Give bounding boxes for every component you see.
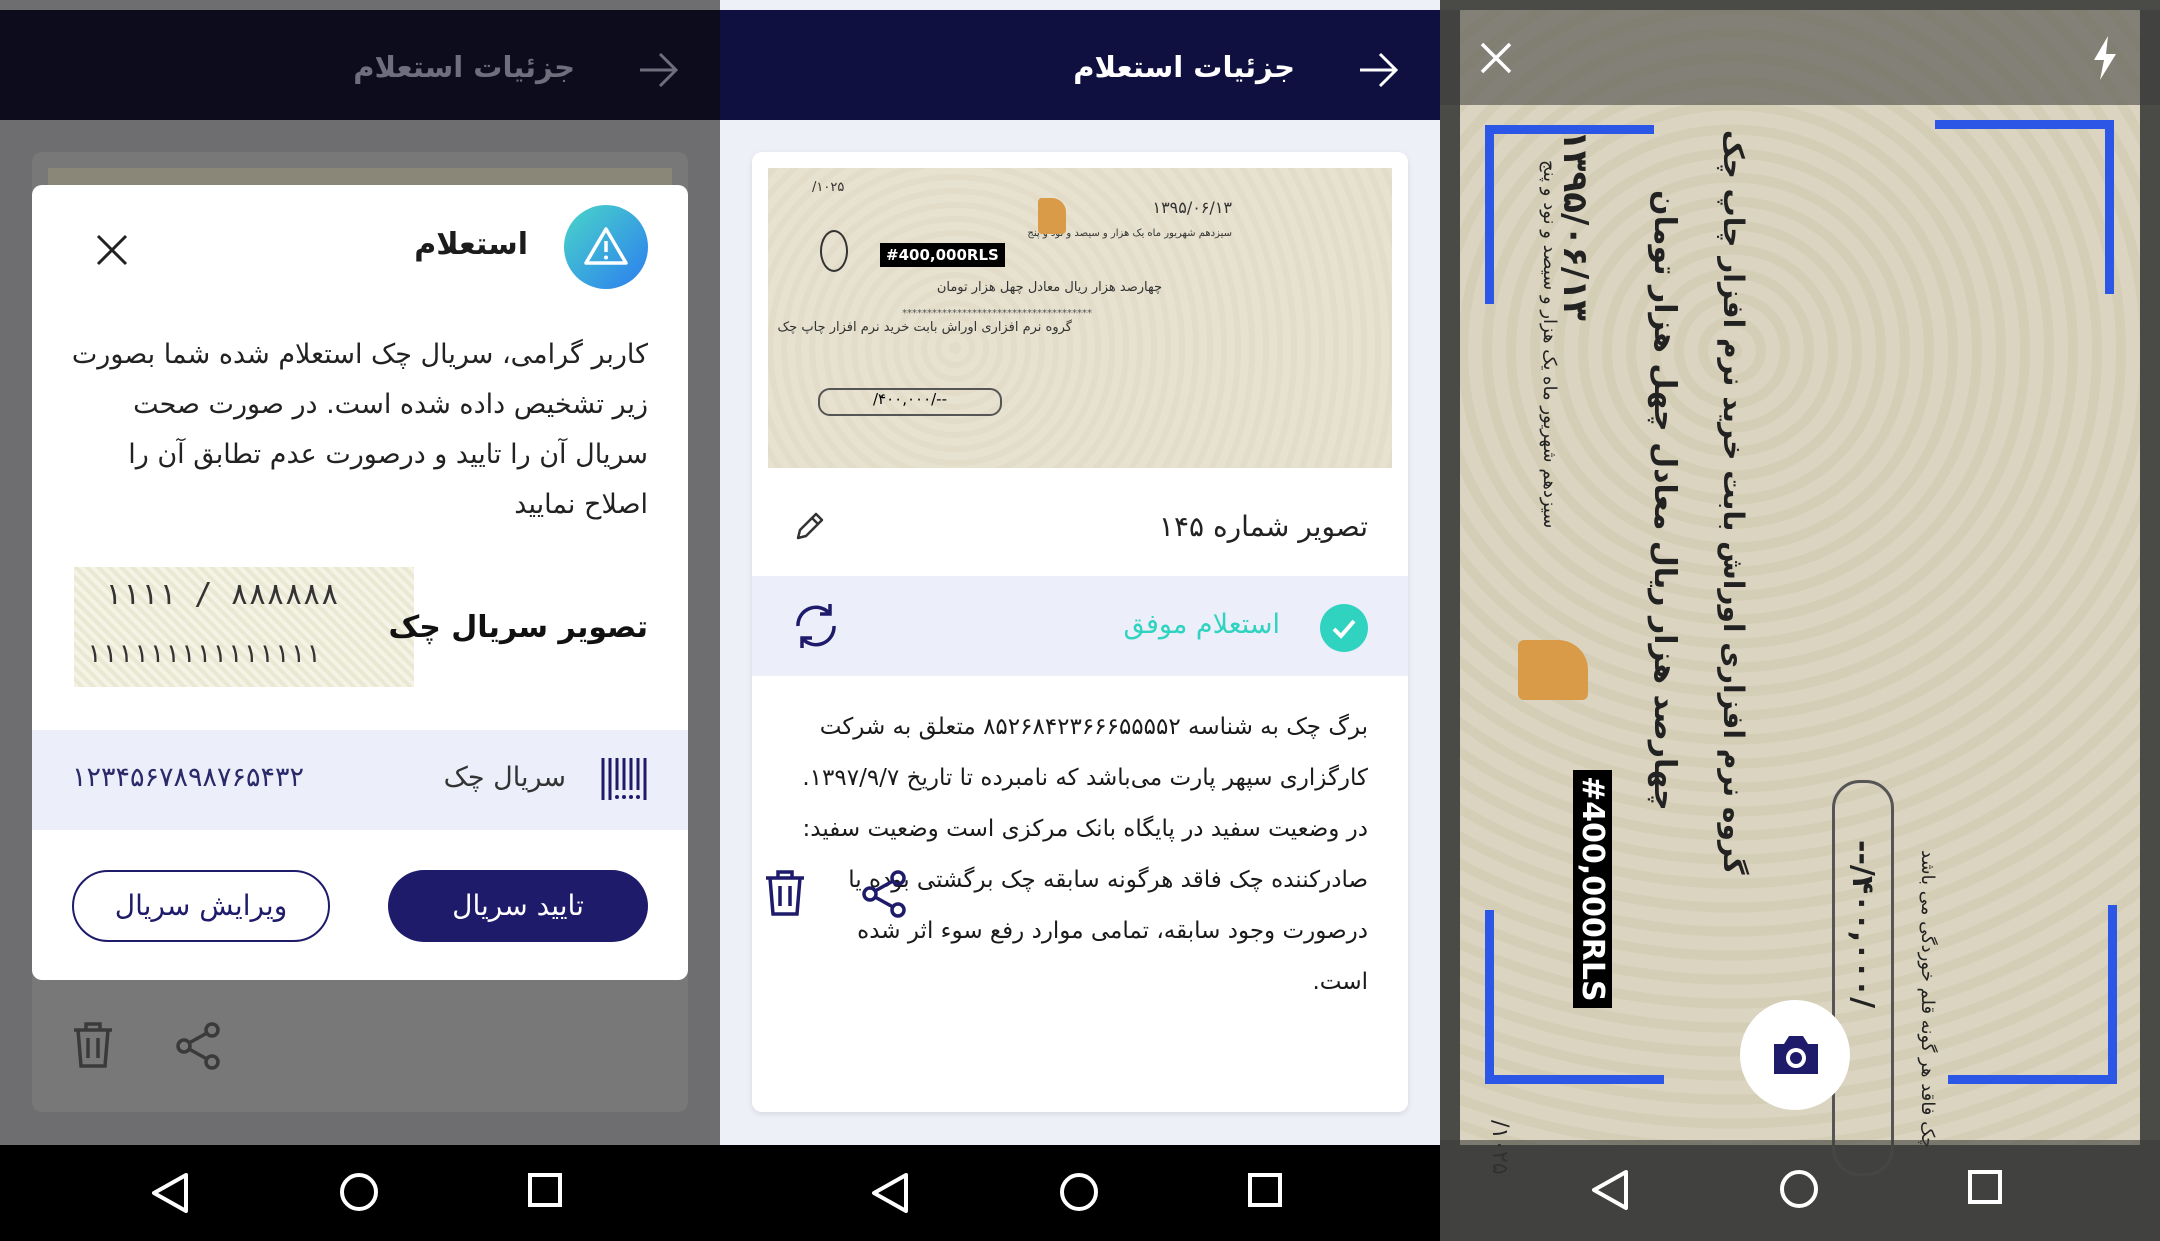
inquiry-dialog: استعلام کاربر گرامی، سریال چک استعلام شد… <box>32 185 688 980</box>
flash-icon[interactable] <box>2090 34 2120 82</box>
nav-back-icon[interactable] <box>870 1171 910 1215</box>
serial-image-line1: ۱۱۱۱ / ۸۸۸۸۸۸ <box>104 577 339 612</box>
inquiry-card: ۱۳۹۵/۰۶/۱۳ سیزدهم شهریور ماه یک هزار و س… <box>752 152 1408 1112</box>
scan-frame-corner-top-right <box>1935 120 2114 294</box>
capture-button[interactable] <box>1740 1000 1850 1110</box>
success-check-icon <box>1320 604 1368 652</box>
bank-emblem-icon <box>820 230 848 272</box>
dialog-message: کاربر گرامی، سریال چک استعلام شده شما بص… <box>71 339 648 520</box>
screen-camera-scan: ۱۳۹۵/۰۶/۱۳ سیزدهم شهریور ماه یک هزار و س… <box>1440 0 2160 1241</box>
back-arrow-icon[interactable] <box>636 50 680 90</box>
share-icon[interactable] <box>176 1022 222 1070</box>
edit-pencil-icon[interactable] <box>792 510 826 544</box>
refresh-icon[interactable] <box>790 600 842 652</box>
cam-payee: گروه نرم افزاری اوراش بابت خرید نرم افزا… <box>1717 130 1750 875</box>
cam-bank-logo-icon <box>1518 640 1588 700</box>
nav-home-icon[interactable] <box>1780 1170 1818 1208</box>
nav-back-icon[interactable] <box>1590 1168 1630 1212</box>
scan-frame-corner-bottom-left <box>1485 910 1664 1084</box>
check-date: ۱۳۹۵/۰۶/۱۳ <box>1152 198 1232 217</box>
nav-recent-icon[interactable] <box>1248 1173 1282 1207</box>
share-icon[interactable] <box>862 870 908 918</box>
check-image: ۱۳۹۵/۰۶/۱۳ سیزدهم شهریور ماه یک هزار و س… <box>768 168 1392 468</box>
check-serial-corner: ۱۰۲۵/ <box>812 180 845 195</box>
serial-value: ۱۲۳۴۵۶۷۸۹۸۷۶۵۴۳۲ <box>72 762 305 793</box>
nav-recent-icon[interactable] <box>1968 1170 2002 1204</box>
check-amount-digits: /۴۰۰,۰۰۰/-- <box>818 388 1002 416</box>
edit-serial-button[interactable]: ویرایش سریال <box>72 870 330 942</box>
system-nav-bar <box>720 1145 1440 1241</box>
camera-icon <box>1774 1036 1818 1074</box>
nav-home-icon[interactable] <box>1060 1173 1098 1211</box>
header-title: جزئیات استعلام <box>353 50 575 84</box>
check-amount-words: چهارصد هزار ریال معادل چهل هزار تومان <box>936 280 1162 295</box>
serial-image-line2: ۱۱۱۱۱۱۱۱۱۱۱۱۱۱۱ <box>86 639 321 669</box>
header-title: جزئیات استعلام <box>1073 50 1295 84</box>
close-icon[interactable] <box>92 230 132 270</box>
nav-back-icon[interactable] <box>150 1171 190 1215</box>
cam-amount-digits: /۴۰۰,۰۰۰/-- <box>1845 840 1880 1009</box>
scan-frame-corner-top-left <box>1485 125 1654 304</box>
app-header: جزئیات استعلام <box>720 10 1440 120</box>
system-nav-bar <box>1440 1140 2160 1241</box>
dialog-title: استعلام <box>414 227 528 262</box>
camera-top-bar <box>1440 10 2160 105</box>
scan-frame-corner-bottom-right <box>1948 905 2117 1084</box>
warning-icon <box>564 205 648 289</box>
serial-label: سریال چک <box>443 762 566 793</box>
cam-note: چک فاقد هر گونه قلم خوردگی می باشد <box>1917 850 1938 1149</box>
check-payee: گروه نرم افزاری اوراش بابت خرید نرم افزا… <box>777 320 1072 335</box>
trash-icon[interactable] <box>70 1020 116 1070</box>
confirm-serial-button[interactable]: تایید سریال <box>388 870 648 942</box>
status-row: استعلام موفق <box>752 576 1408 676</box>
system-nav-bar <box>0 1145 720 1241</box>
close-icon[interactable] <box>1478 40 1514 76</box>
serial-image-label: تصویر سریال چک <box>388 610 648 645</box>
image-number-label: تصویر شماره ۱۴۵ <box>1158 510 1368 543</box>
trash-icon[interactable] <box>762 868 808 918</box>
app-header: جزئیات استعلام <box>0 10 720 120</box>
status-text: استعلام موفق <box>1123 609 1280 640</box>
nav-home-icon[interactable] <box>340 1173 378 1211</box>
back-arrow-icon[interactable] <box>1356 50 1400 90</box>
inquiry-description: برگ چک به شناسه ۸۵۲۶۸۴۲۳۶۶۶۵۵۵۵۲ متعلق ب… <box>802 714 1368 995</box>
check-amount-box: #400,000RLS <box>880 243 1005 267</box>
barcode-icon <box>601 758 647 800</box>
serial-image: ۱۱۱۱ / ۸۸۸۸۸۸ ۱۱۱۱۱۱۱۱۱۱۱۱۱۱۱ <box>74 567 414 687</box>
nav-recent-icon[interactable] <box>528 1173 562 1207</box>
bank-logo-icon <box>1038 198 1066 234</box>
screen-inquiry-details: جزئیات استعلام ۱۳۹۵/۰۶/۱۳ سیزدهم شهریور … <box>720 0 1440 1241</box>
screen-serial-confirm: جزئیات استعلام استعلام کاربر گرامی، سریا… <box>0 0 720 1241</box>
serial-row: سریال چک ۱۲۳۴۵۶۷۸۹۸۷۶۵۴۳۲ <box>32 730 688 830</box>
